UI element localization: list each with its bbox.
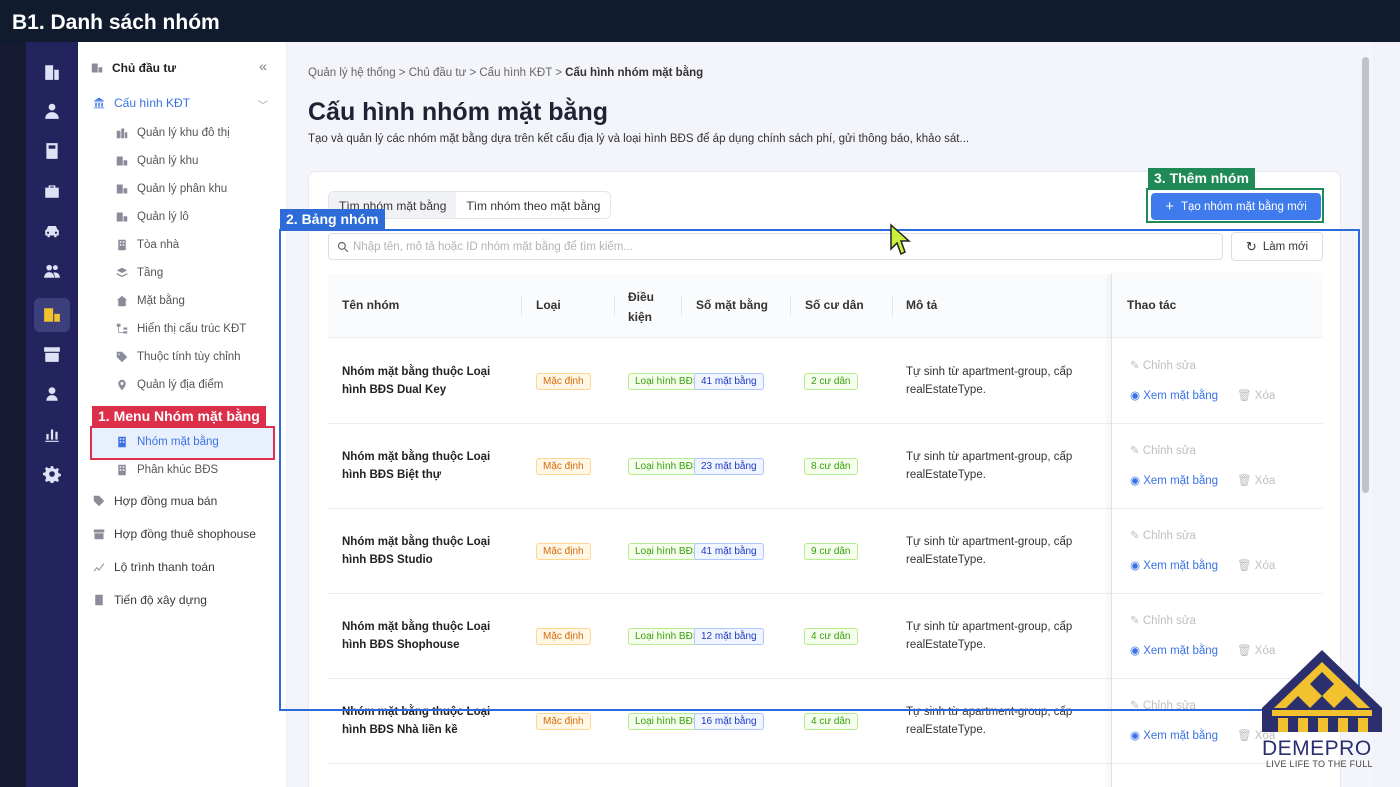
residents-tag: 4 cư dân [804,713,858,730]
sidebar-item-lot[interactable]: Quản lý lô [115,210,189,224]
building-icon [90,61,104,75]
sidebar-item-lease-contract[interactable]: Hợp đồng thuê shophouse [92,527,256,541]
sidebar-item-location[interactable]: Quản lý địa điểm [115,378,223,392]
shop-icon [92,527,106,541]
table-callout-box [279,229,1360,711]
breadcrumb: Quản lý hệ thống > Chủ đầu tư > Cấu hình… [308,67,704,79]
page-title: Cấu hình nhóm mặt bằng [308,98,608,126]
logo-tagline: LIVE LIFE TO THE FULL [1266,759,1373,769]
mouse-cursor-icon [890,223,911,256]
sidebar-item-urban-area[interactable]: Quản lý khu đô thị [115,126,230,140]
layers-icon [115,266,129,280]
tab-search-by-unit[interactable]: Tìm nhóm theo mặt bằng [456,192,610,218]
sidebar-item-sales-contract[interactable]: Hợp đồng mua bán [92,494,217,508]
building-icon [115,154,129,168]
home-icon [115,294,129,308]
tag-icon [115,350,129,364]
sidebar-item-subzone[interactable]: Quản lý phân khu [115,182,227,196]
user-tie-icon[interactable] [34,94,70,128]
gear-icon[interactable] [34,457,70,491]
page-description: Tạo và quản lý các nhóm mặt bằng dựa trê… [308,133,970,145]
add-callout-box [1146,188,1324,223]
floors-tag: 16 mặt bằng [694,713,764,730]
tower-icon [92,593,106,607]
menu-callout-box [90,426,275,460]
shop-icon[interactable] [34,337,70,371]
collapse-icon[interactable]: « [250,58,276,78]
sidebar-item-tower[interactable]: Tòa nhà [115,238,179,252]
sidebar-item-structure[interactable]: Hiển thị cấu trúc KĐT [115,322,246,336]
scrollbar[interactable] [1362,57,1369,493]
sidebar-item-construction[interactable]: Tiến độ xây dựng [92,593,207,607]
sidebar-item-floor[interactable]: Tầng [115,266,163,280]
building-icon [115,210,129,224]
menu-callout-label: 1. Menu Nhóm mặt bằng [92,406,266,426]
logo-name: DEMEPRO [1262,737,1372,760]
city-icon [115,126,129,140]
chevron-down-icon[interactable]: ﹀ [258,97,268,112]
apartment-icon[interactable] [34,298,70,332]
sidebar-item-zone[interactable]: Quản lý khu [115,154,198,168]
tree-icon [115,322,129,336]
person-icon[interactable] [34,377,70,411]
building-icon [115,182,129,196]
bank-icon [92,96,106,110]
building-icon[interactable] [34,55,70,89]
sidebar-item-custom-attr[interactable]: Thuộc tính tùy chỉnh [115,350,241,364]
sidebar-item-segment[interactable]: Phân khúc BĐS [115,463,218,477]
icon-rail [26,42,78,787]
table-callout-label: 2. Bảng nhóm [280,209,385,229]
left-margin [0,42,26,787]
condition-tag: Loại hình BĐS [628,713,698,730]
sidebar-item-unit[interactable]: Mặt bằng [115,294,185,308]
bar-chart-icon[interactable] [34,417,70,451]
add-callout-label: 3. Thêm nhóm [1148,168,1255,188]
tower-icon [115,238,129,252]
slide-title: B1. Danh sách nhóm [0,0,1400,42]
briefcase-icon[interactable] [34,174,70,208]
type-tag: Mặc định [536,713,591,730]
pin-icon [115,378,129,392]
sidebar-item-payment-schedule[interactable]: Lộ trình thanh toán [92,560,215,574]
car-icon[interactable] [34,214,70,248]
tag-icon [92,494,106,508]
sidebar-item-investor[interactable]: Chủ đầu tư [90,61,176,75]
users-icon[interactable] [34,254,70,288]
calculator-icon[interactable] [34,134,70,168]
sidebar-item-city-config[interactable]: Cấu hình KĐT [92,96,190,110]
tower-icon [115,463,129,477]
chart-line-icon [92,560,106,574]
